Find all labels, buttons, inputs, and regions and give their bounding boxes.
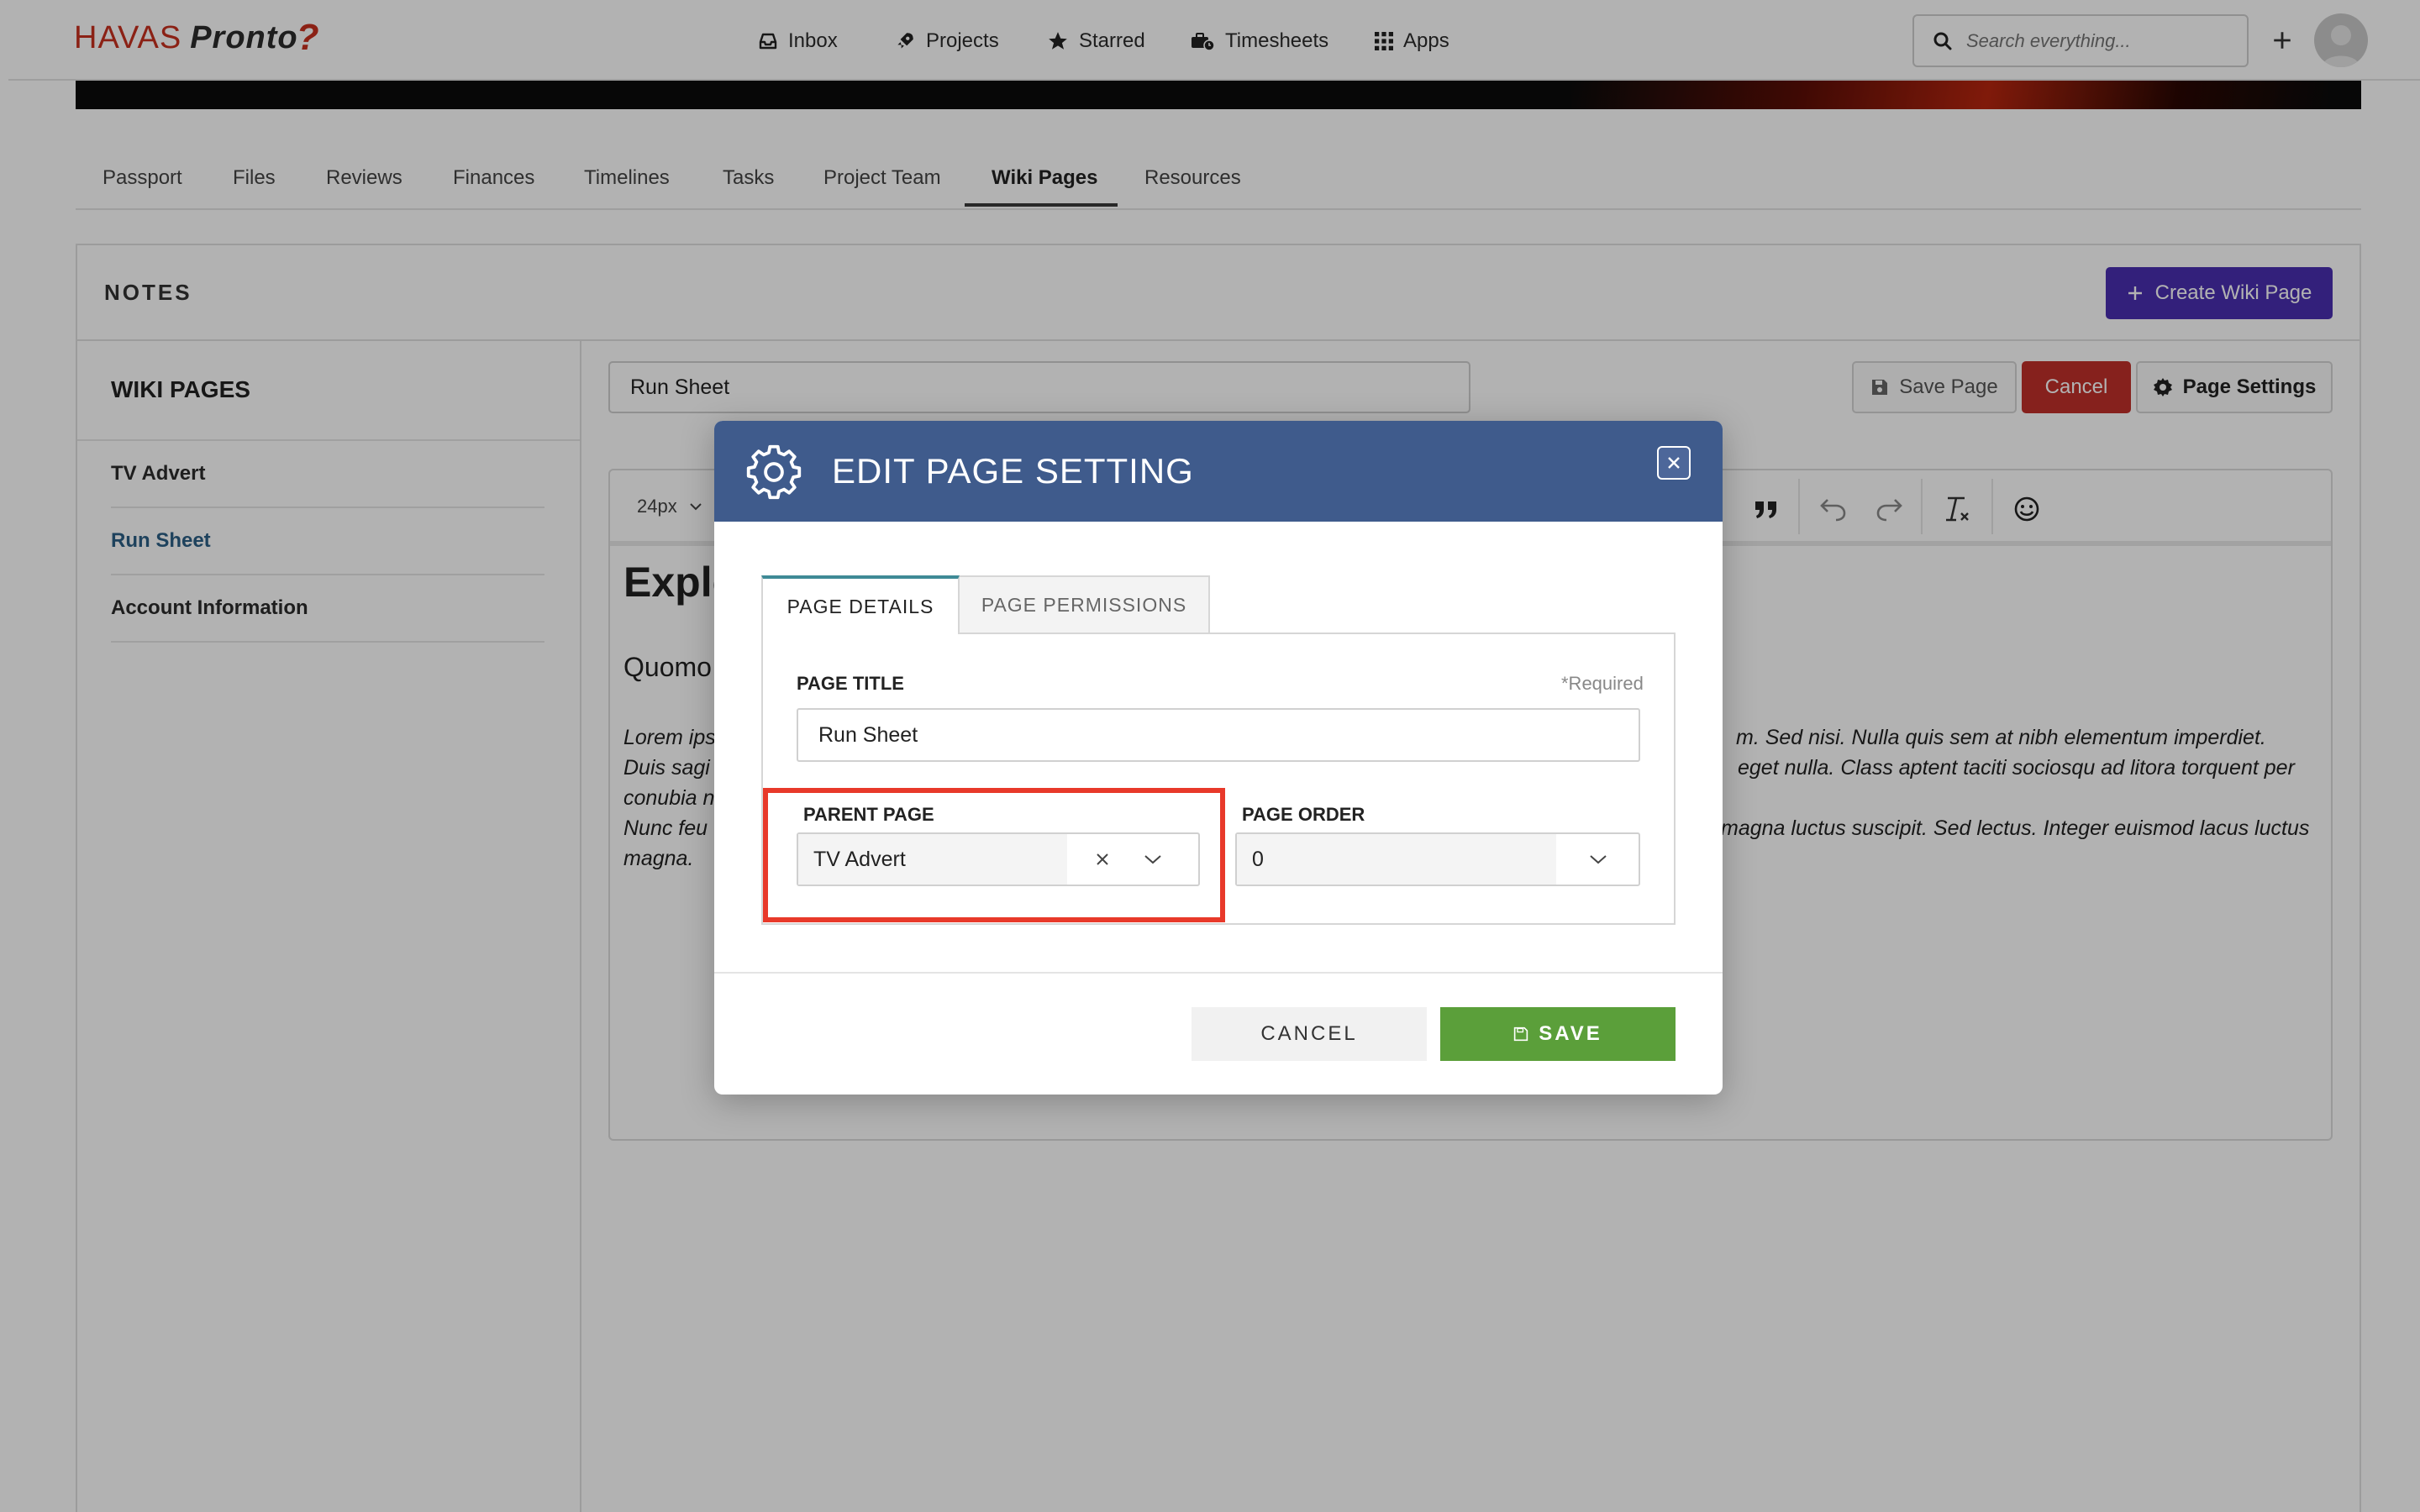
chevron-down-icon[interactable]	[1585, 846, 1612, 873]
floppy-icon	[1513, 1026, 1528, 1042]
save-label: SAVE	[1539, 1022, 1602, 1045]
tab-page-details[interactable]: PAGE DETAILS	[761, 575, 960, 634]
page-title-field[interactable]: Run Sheet	[797, 708, 1640, 762]
modal-title: EDIT PAGE SETTING	[832, 451, 1194, 491]
parent-page-highlight	[763, 788, 1225, 922]
page-order-label: PAGE ORDER	[1242, 804, 1365, 825]
page-order-select[interactable]: 0	[1235, 832, 1640, 886]
close-icon[interactable]	[1657, 446, 1691, 480]
tab-page-permissions[interactable]: PAGE PERMISSIONS	[960, 575, 1210, 634]
modal-header: EDIT PAGE SETTING	[714, 421, 1723, 522]
page-title-label: PAGE TITLE	[797, 673, 904, 694]
save-button[interactable]: SAVE	[1440, 1007, 1676, 1061]
divider	[714, 972, 1723, 974]
required-note: *Required	[1561, 673, 1644, 694]
cancel-button[interactable]: CANCEL	[1192, 1007, 1427, 1061]
edit-page-setting-modal: EDIT PAGE SETTING PAGE DETAILS PAGE PERM…	[714, 421, 1723, 1095]
page-order-value: 0	[1237, 834, 1556, 885]
gear-icon	[746, 444, 802, 500]
